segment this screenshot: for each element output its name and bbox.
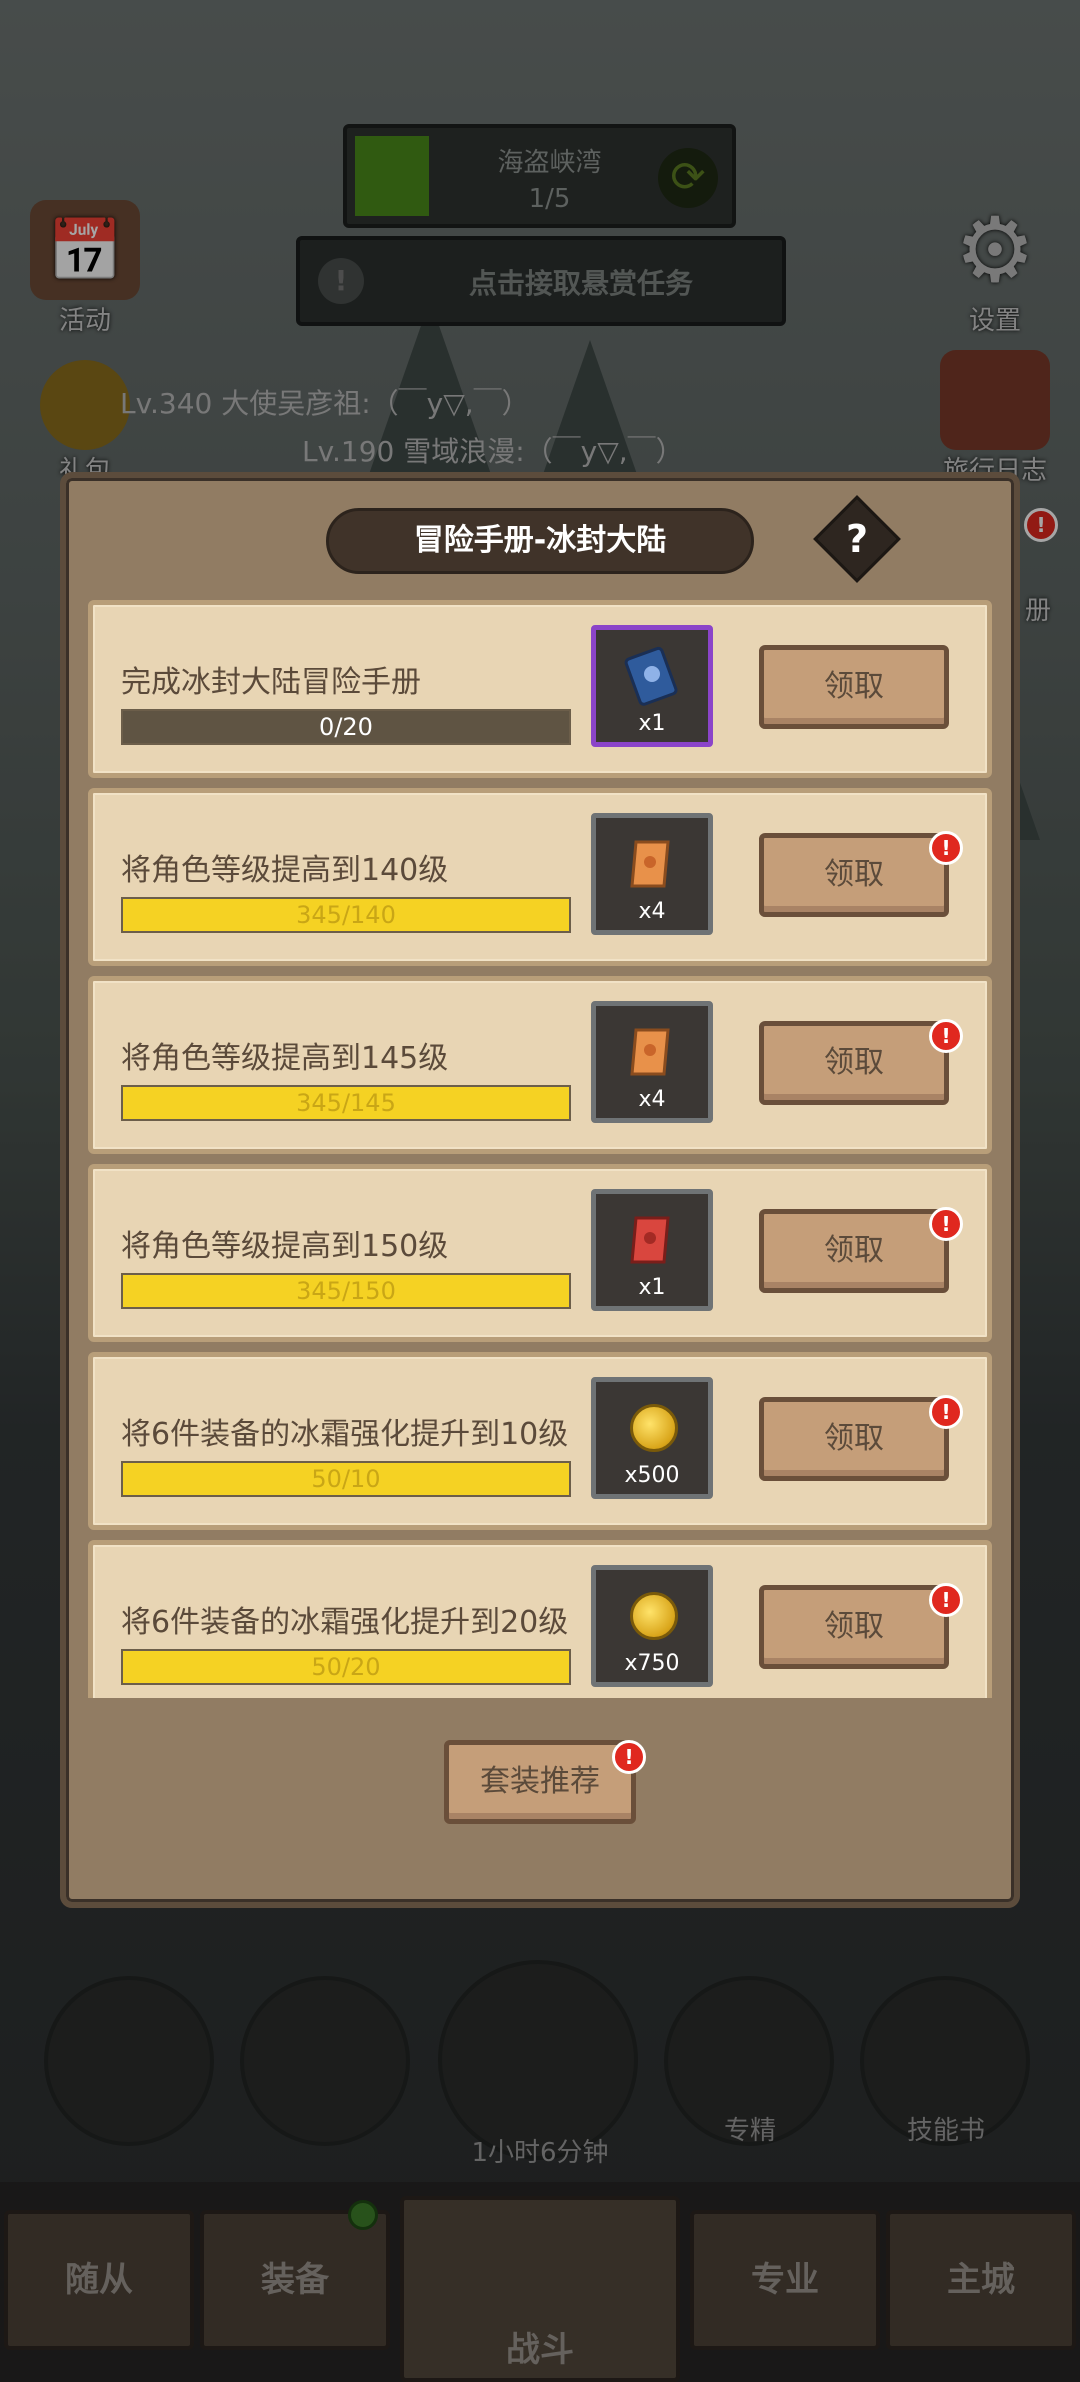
orange-scroll-icon	[630, 840, 670, 888]
help-icon[interactable]: ?	[826, 508, 888, 570]
task-row: 将6件装备的冰霜强化提升到10级 50/10 x500 领取 !	[88, 1352, 992, 1530]
task-progress-bar: 50/20	[121, 1649, 571, 1685]
task-progress-text: 50/20	[311, 1653, 381, 1681]
gold-coin-icon	[630, 1592, 678, 1640]
reward-slot[interactable]: x500	[591, 1377, 713, 1499]
alert-badge: !	[929, 1207, 963, 1241]
claim-button[interactable]: 领取	[759, 1397, 949, 1481]
task-progress-text: 50/10	[311, 1465, 381, 1493]
reward-slot[interactable]: x4	[591, 813, 713, 935]
alert-badge: !	[929, 1019, 963, 1053]
alert-badge: !	[929, 1583, 963, 1617]
orange-scroll-icon	[630, 1028, 670, 1076]
task-progress-bar: 345/140	[121, 897, 571, 933]
suit-recommend-button[interactable]: 套装推荐	[444, 1740, 636, 1824]
alert-badge: !	[929, 831, 963, 865]
claim-button[interactable]: 领取	[759, 833, 949, 917]
claim-button[interactable]: 领取	[759, 1021, 949, 1105]
reward-quantity: x4	[638, 1087, 666, 1112]
gold-coin-icon	[630, 1404, 678, 1452]
task-list[interactable]: 完成冰封大陆冒险手册 0/20 x1 领取 将角色等级提高到140级 345/1…	[88, 600, 992, 1698]
task-title: 将角色等级提高到140级	[121, 853, 449, 888]
reward-slot[interactable]: x4	[591, 1001, 713, 1123]
claim-button[interactable]: 领取	[759, 1209, 949, 1293]
task-title: 将6件装备的冰霜强化提升到10级	[121, 1417, 569, 1452]
task-progress-bar: 0/20	[121, 709, 571, 745]
red-scroll-icon	[630, 1216, 670, 1264]
task-row: 将角色等级提高到150级 345/150 x1 领取 !	[88, 1164, 992, 1342]
task-progress-text: 0/20	[319, 713, 373, 741]
task-row: 将角色等级提高到145级 345/145 x4 领取 !	[88, 976, 992, 1154]
task-title: 将6件装备的冰霜强化提升到20级	[121, 1605, 569, 1640]
reward-quantity: x1	[638, 711, 666, 736]
task-progress-text: 345/140	[296, 901, 396, 929]
reward-quantity: x4	[638, 899, 666, 924]
task-row: 将角色等级提高到140级 345/140 x4 领取 !	[88, 788, 992, 966]
reward-quantity: x500	[624, 1463, 680, 1488]
reward-quantity: x1	[638, 1275, 666, 1300]
reward-slot[interactable]: x750	[591, 1565, 713, 1687]
task-progress-text: 345/145	[296, 1089, 396, 1117]
reward-slot[interactable]: x1	[591, 1189, 713, 1311]
task-title: 将角色等级提高到145级	[121, 1041, 449, 1076]
task-progress-bar: 345/145	[121, 1085, 571, 1121]
task-row: 将6件装备的冰霜强化提升到20级 50/20 x750 领取 !	[88, 1540, 992, 1698]
task-title: 将角色等级提高到150级	[121, 1229, 449, 1264]
task-progress-text: 345/150	[296, 1277, 396, 1305]
reward-slot[interactable]: x1	[591, 625, 713, 747]
blue-book-icon	[624, 646, 678, 706]
task-title: 完成冰封大陆冒险手册	[121, 665, 421, 700]
claim-button[interactable]: 领取	[759, 645, 949, 729]
claim-button[interactable]: 领取	[759, 1585, 949, 1669]
modal-title: 冒险手册-冰封大陆	[326, 508, 754, 574]
alert-badge: !	[929, 1395, 963, 1429]
task-row: 完成冰封大陆冒险手册 0/20 x1 领取	[88, 600, 992, 778]
task-progress-bar: 50/10	[121, 1461, 571, 1497]
task-progress-bar: 345/150	[121, 1273, 571, 1309]
reward-quantity: x750	[624, 1651, 680, 1676]
suit-alert-badge: !	[612, 1740, 646, 1774]
